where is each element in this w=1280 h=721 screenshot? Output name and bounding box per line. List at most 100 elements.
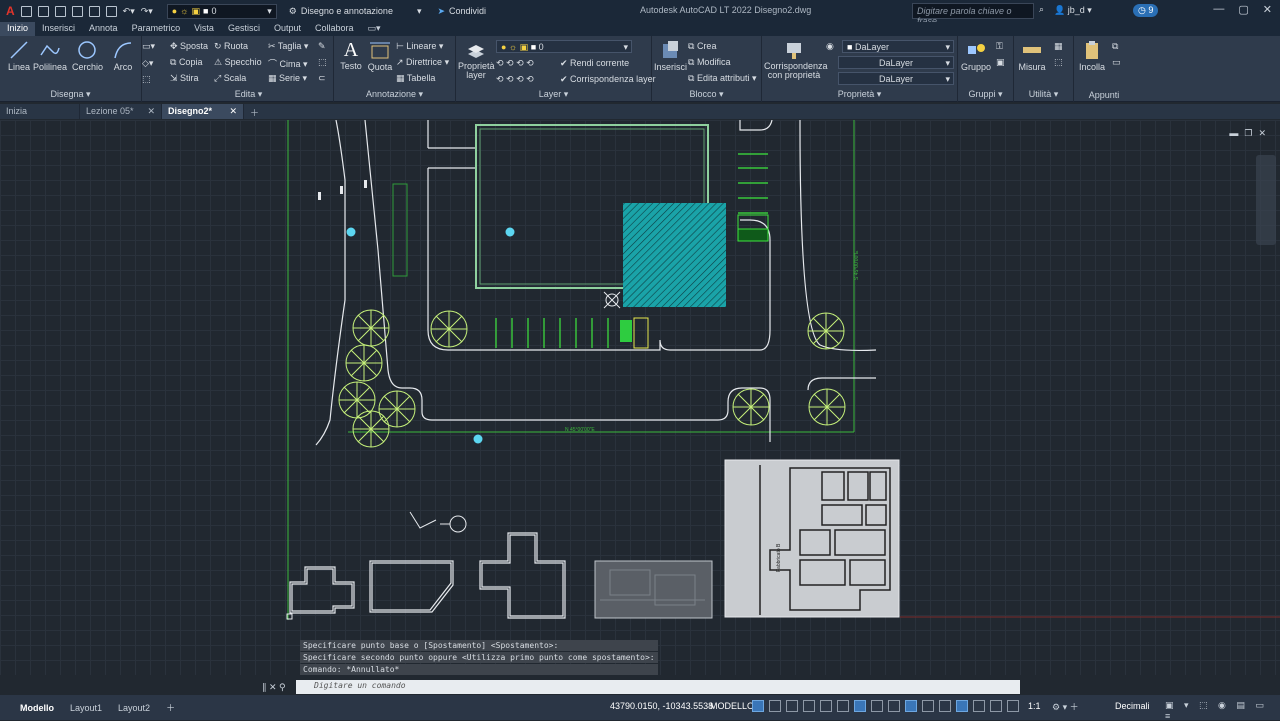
panel-title-gruppi[interactable]: Gruppi ▾ <box>958 89 1013 100</box>
minimize-icon[interactable]: — <box>1213 3 1224 16</box>
tab-inizio[interactable]: Inizio <box>0 22 36 36</box>
doc-tab-disegno2[interactable]: Disegno2* ✕ <box>162 104 244 119</box>
tab-collabora[interactable]: Collabora <box>308 22 361 36</box>
annotation-scale[interactable]: 1:1 <box>1028 701 1041 711</box>
group-edit-icon[interactable]: ▣ <box>996 57 1005 68</box>
line-button[interactable]: Linea <box>6 40 32 72</box>
tab-gestisci[interactable]: Gestisci <box>221 22 267 36</box>
match-properties-button[interactable]: Corrispondenza con proprietà <box>764 40 828 80</box>
panel-title-edita[interactable]: Edita ▾ <box>164 89 333 100</box>
edit-block-button[interactable]: ⧉ Modifica <box>688 57 730 68</box>
doc-tab-lezione05[interactable]: Lezione 05* ✕ <box>80 104 162 119</box>
array-button[interactable]: ▦ Serie ▾ <box>268 73 307 84</box>
osnap-icon[interactable] <box>854 700 866 712</box>
save-icon[interactable] <box>54 5 66 17</box>
layer-tools-row2[interactable]: ⟲ ⟲ ⟲ ⟲ <box>496 74 534 85</box>
isodraft-icon[interactable] <box>820 700 832 712</box>
tab-annota[interactable]: Annota <box>82 22 125 36</box>
layout-tab-modello[interactable]: Modello <box>12 701 62 715</box>
circle-button[interactable]: Cerchio <box>72 40 103 72</box>
isolate-icon[interactable] <box>990 700 1002 712</box>
match-layer-button[interactable]: ✔ Corrispondenza layer <box>560 74 656 85</box>
panel-title-proprieta[interactable]: Proprietà ▾ <box>762 89 957 100</box>
transparency-icon[interactable] <box>888 700 900 712</box>
panel-title-blocco[interactable]: Blocco ▾ <box>652 89 761 100</box>
table-button[interactable]: ▦ Tabella <box>396 73 435 84</box>
calculator-icon[interactable]: ▦ <box>1054 41 1063 52</box>
command-input[interactable]: Digitare un comando <box>296 680 1020 694</box>
undo-icon[interactable]: ↶▾ <box>123 6 135 17</box>
move-button[interactable]: ✥ Sposta <box>170 41 208 52</box>
polyline-button[interactable]: Polilinea <box>33 40 67 72</box>
layer-tools-row1[interactable]: ⟲ ⟲ ⟲ ⟲ <box>496 58 534 69</box>
copy-button[interactable]: ⧉ Copia <box>170 57 202 68</box>
polar-icon[interactable] <box>803 700 815 712</box>
tab-vista[interactable]: Vista <box>187 22 221 36</box>
search-input[interactable]: Digitare parola chiave o frase <box>912 3 1034 26</box>
snap-icon[interactable] <box>769 700 781 712</box>
offset-icon[interactable]: ⊂ <box>318 73 326 84</box>
redo-icon[interactable]: ↷▾ <box>141 6 153 17</box>
grid-icon[interactable] <box>752 700 764 712</box>
edit-attributes-button[interactable]: ⧉ Edita attributi ▾ <box>688 73 757 84</box>
ungroup-icon[interactable]: ⚿ <box>996 41 1003 52</box>
notification-badge[interactable]: ◷ 9 <box>1133 4 1159 17</box>
drawing-viewport[interactable]: ▬ ❐ ✕ N 45°00'00"E S 45°00'00"E Fabbrica… <box>0 120 1280 675</box>
tab-output[interactable]: Output <box>267 22 308 36</box>
region-icon[interactable]: ⬚ <box>142 74 151 85</box>
insert-block-button[interactable]: Inserisci <box>654 40 687 72</box>
lineweight-icon[interactable] <box>871 700 883 712</box>
search-icon[interactable]: ⌕ <box>1039 4 1044 15</box>
layout-tab-layout1[interactable]: Layout1 <box>62 701 110 715</box>
trim-button[interactable]: ✂ Taglia ▾ <box>268 41 308 52</box>
scale-button[interactable]: ⤢ Scala <box>214 73 246 84</box>
fillet-button[interactable]: ⌒ Cima ▾ <box>268 57 308 70</box>
text-button[interactable]: A Testo <box>338 39 364 71</box>
lineweight-combo[interactable]: DaLayer ▾ <box>838 72 954 85</box>
close-icon[interactable]: ✕ <box>229 106 237 117</box>
linetype-combo[interactable]: DaLayer ▾ <box>838 56 954 69</box>
layer-quick-combo[interactable]: ● ☼ ▣ ■ 0 ▾ <box>166 3 277 19</box>
hatch-icon[interactable]: ◇▾ <box>142 58 153 69</box>
make-current-button[interactable]: ✔ Rendi corrente <box>560 58 629 69</box>
dynamic-ucs-icon[interactable] <box>922 700 934 712</box>
pencil-icon[interactable]: ✎ <box>318 41 326 52</box>
panel-title-annotazione[interactable]: Annotazione ▾ <box>334 89 455 100</box>
doc-tab-inizia[interactable]: Inizia <box>0 104 80 119</box>
create-block-button[interactable]: ⧉ Crea <box>688 41 716 52</box>
panel-title-layer[interactable]: Layer ▾ <box>456 89 651 100</box>
units-selector[interactable]: Decimali <box>1115 701 1150 711</box>
object-track-icon[interactable] <box>837 700 849 712</box>
paste-button[interactable]: Incolla <box>1076 40 1108 72</box>
tab-parametrico[interactable]: Parametrico <box>125 22 188 36</box>
share-button[interactable]: ➤ Condividi <box>437 6 486 17</box>
close-icon[interactable]: ✕ <box>1263 3 1272 16</box>
autoscale-icon[interactable] <box>973 700 985 712</box>
annotation-icon[interactable] <box>939 700 951 712</box>
open-icon[interactable] <box>37 5 49 17</box>
mirror-button[interactable]: ⚠ Specchio <box>214 57 262 68</box>
panel-title-disegna[interactable]: Disegna ▾ <box>0 89 141 100</box>
new-icon[interactable] <box>20 5 32 17</box>
status-right-icons[interactable]: ▣ ▾ ⬚ ◉ ▤ ▭ ≡ <box>1165 700 1280 721</box>
app-menu-button[interactable]: A <box>6 4 15 18</box>
maximize-icon[interactable]: ▢ <box>1238 3 1248 16</box>
color-combo[interactable]: ■ DaLayer ▾ <box>842 40 954 53</box>
print-icon[interactable] <box>105 5 117 17</box>
stretch-button[interactable]: ⇲ Stira <box>170 73 199 84</box>
hardware-accel-icon[interactable] <box>1007 700 1019 712</box>
annotation-scale-icon[interactable] <box>956 700 968 712</box>
arc-button[interactable]: Arco <box>110 40 136 72</box>
model-space-toggle[interactable]: MODELLO <box>710 701 754 711</box>
measure-button[interactable]: Misura <box>1016 40 1048 72</box>
user-account[interactable]: 👤 jb_d ▾ <box>1054 5 1092 16</box>
dimension-button[interactable]: Quota <box>366 40 394 72</box>
rectangle-icon[interactable]: ▭▾ <box>142 41 155 52</box>
ortho-icon[interactable] <box>786 700 798 712</box>
explode-icon[interactable]: ⬚ <box>318 57 327 68</box>
layer-combo[interactable]: ● ☼ ▣ ■ 0 ▾ <box>496 40 632 53</box>
group-button[interactable]: Gruppo <box>960 40 992 72</box>
plot-icon[interactable] <box>88 5 100 17</box>
rotate-button[interactable]: ↻ Ruota <box>214 41 248 52</box>
selection-cycling-icon[interactable] <box>905 700 917 712</box>
